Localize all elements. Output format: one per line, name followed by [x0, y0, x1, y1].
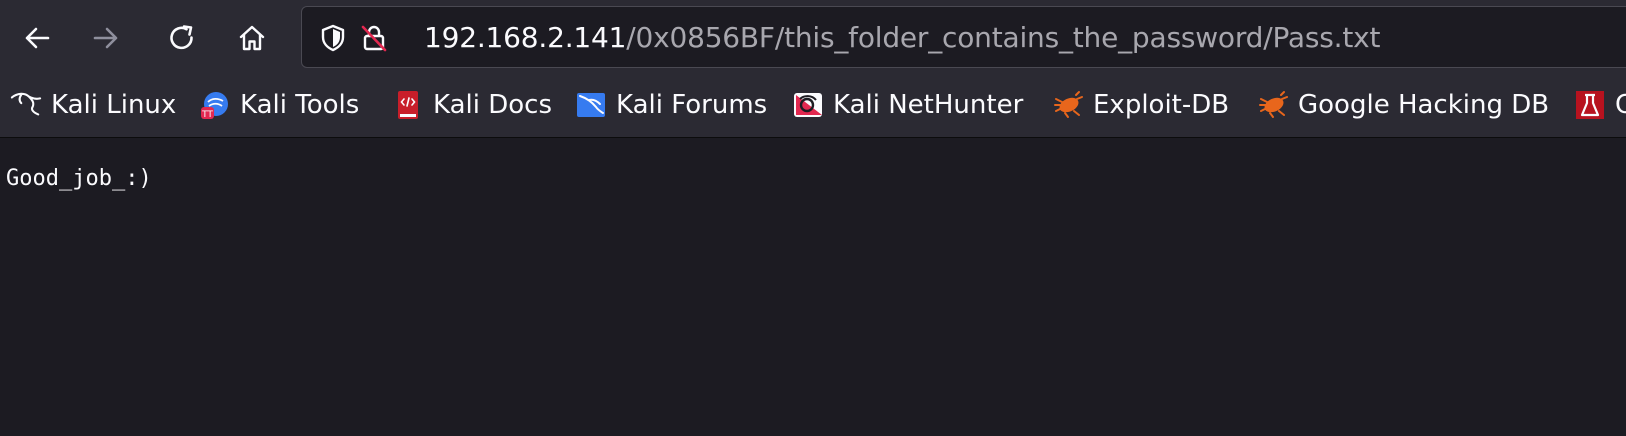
- google-hacking-db-icon: [1257, 89, 1289, 121]
- kali-tools-icon: TT: [199, 89, 231, 121]
- kali-dragon-icon: [10, 89, 42, 121]
- bookmark-kali-nethunter[interactable]: Kali NetHunter: [792, 72, 1024, 137]
- bookmark-label: Kali Forums: [616, 90, 768, 120]
- exploit-db-icon: [1052, 89, 1084, 121]
- kali-docs-icon: [392, 89, 424, 121]
- bookmark-label: C: [1615, 90, 1626, 120]
- bookmark-kali-tools[interactable]: TT Kali Tools: [199, 72, 360, 137]
- kali-nethunter-icon: [792, 89, 824, 121]
- url-host: 192.168.2.141: [424, 21, 627, 54]
- bookmarks-toolbar: Kali Linux TT Kali Tools Kali Docs Kali …: [0, 72, 1626, 138]
- bookmark-kali-linux[interactable]: Kali Linux: [10, 72, 177, 137]
- url-text[interactable]: 192.168.2.141/0x0856BF/this_folder_conta…: [424, 7, 1380, 67]
- forward-button[interactable]: [84, 16, 128, 60]
- bookmark-label: Kali Docs: [433, 90, 553, 120]
- url-bar[interactable]: 192.168.2.141/0x0856BF/this_folder_conta…: [301, 6, 1626, 68]
- bookmark-label: Kali Tools: [240, 90, 360, 120]
- bookmark-offsec[interactable]: C: [1574, 72, 1626, 137]
- bookmark-exploit-db[interactable]: Exploit-DB: [1052, 72, 1230, 137]
- reload-button[interactable]: [160, 16, 204, 60]
- bookmark-kali-docs[interactable]: Kali Docs: [392, 72, 553, 137]
- page-text: Good_job_:): [6, 166, 152, 191]
- offsec-icon: [1574, 89, 1606, 121]
- navigation-toolbar: 192.168.2.141/0x0856BF/this_folder_conta…: [0, 0, 1626, 72]
- insecure-lock-icon[interactable]: [359, 23, 389, 53]
- svg-text:TT: TT: [201, 110, 213, 120]
- bookmark-label: Kali NetHunter: [833, 90, 1024, 120]
- browser-window: 192.168.2.141/0x0856BF/this_folder_conta…: [0, 0, 1626, 436]
- arrow-right-icon: [93, 27, 118, 49]
- home-button[interactable]: [230, 16, 274, 60]
- home-icon: [239, 25, 265, 51]
- bookmark-label: Google Hacking DB: [1298, 90, 1550, 120]
- reload-icon: [170, 25, 193, 50]
- url-path: /0x0856BF/this_folder_contains_the_passw…: [626, 21, 1381, 54]
- page-content: Good_job_:): [0, 138, 1626, 436]
- bookmark-label: Kali Linux: [51, 90, 177, 120]
- arrow-left-icon: [25, 27, 50, 49]
- bookmark-label: Exploit-DB: [1093, 90, 1230, 120]
- bookmark-google-hacking-db[interactable]: Google Hacking DB: [1257, 72, 1550, 137]
- back-button[interactable]: [15, 16, 59, 60]
- kali-forums-icon: [575, 89, 607, 121]
- bookmark-kali-forums[interactable]: Kali Forums: [575, 72, 768, 137]
- tracking-protection-shield-icon[interactable]: [318, 23, 348, 53]
